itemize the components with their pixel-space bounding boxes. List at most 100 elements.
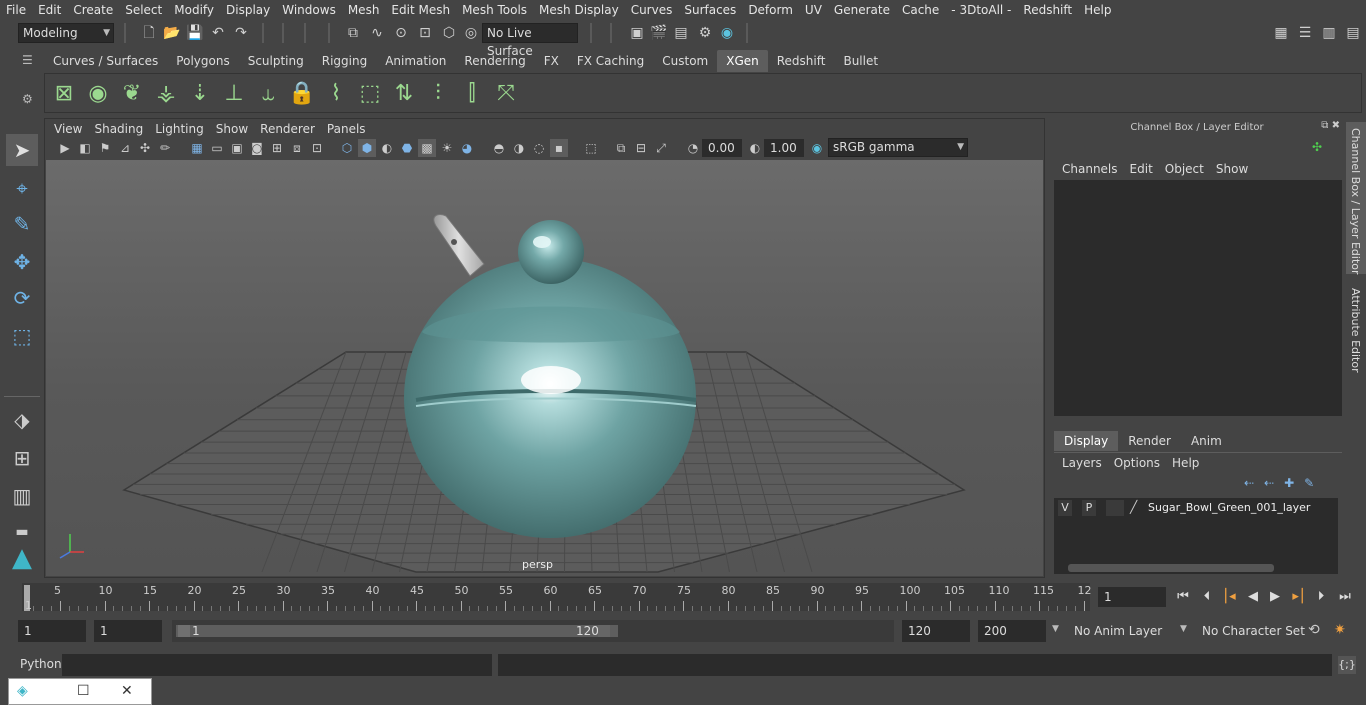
textured-icon[interactable]: ▩ bbox=[418, 139, 436, 157]
shelf-tab-xgen[interactable]: XGen bbox=[717, 50, 768, 72]
isolate-select-icon[interactable]: ⬚ bbox=[582, 139, 600, 157]
gate-mask-icon[interactable]: ◙ bbox=[248, 139, 266, 157]
shelf-tab-polygons[interactable]: Polygons bbox=[167, 50, 238, 72]
layer-playback-toggle[interactable]: P bbox=[1082, 500, 1096, 516]
menu-surfaces[interactable]: Surfaces bbox=[678, 0, 742, 20]
shelf-tab-custom[interactable]: Custom bbox=[653, 50, 717, 72]
step-forward-key-icon[interactable]: ▸⎮ bbox=[1290, 588, 1308, 606]
layer-tab-anim[interactable]: Anim bbox=[1181, 431, 1232, 451]
step-back-key-icon[interactable]: ⎮◂ bbox=[1220, 588, 1238, 606]
undo-icon[interactable]: ↶ bbox=[209, 24, 227, 42]
anti-alias-icon[interactable]: ◌ bbox=[530, 139, 548, 157]
move-tool-icon[interactable]: ✥ bbox=[6, 246, 38, 278]
axis-orient-icon[interactable]: ✣ bbox=[1312, 140, 1322, 154]
rotate-tool-icon[interactable]: ⟳ bbox=[6, 282, 38, 314]
maximize-icon[interactable]: ☐ bbox=[77, 683, 90, 699]
menu-deform[interactable]: Deform bbox=[742, 0, 799, 20]
render-frame-icon[interactable]: ▣ bbox=[628, 24, 646, 42]
open-scene-icon[interactable]: 📂 bbox=[163, 24, 181, 42]
live-surface-field[interactable]: No Live Surface bbox=[482, 23, 578, 58]
xray-icon[interactable]: ⧉ bbox=[612, 139, 630, 157]
xgen-add-guide-icon[interactable]: ⊥ bbox=[219, 79, 249, 109]
exposure-field[interactable]: 0.00 bbox=[702, 139, 742, 157]
step-back-icon[interactable]: ⏴ bbox=[1198, 588, 1216, 606]
snap-grid-icon[interactable]: ⧉ bbox=[344, 24, 362, 42]
shelf-tab-redshift[interactable]: Redshift bbox=[768, 50, 835, 72]
layer-menu-help[interactable]: Help bbox=[1166, 454, 1205, 472]
layer-menu-layers[interactable]: Layers bbox=[1056, 454, 1108, 472]
channel-menu-edit[interactable]: Edit bbox=[1124, 160, 1159, 178]
menu-create[interactable]: Create bbox=[67, 0, 119, 20]
shelf-tab-bullet[interactable]: Bullet bbox=[834, 50, 887, 72]
xray-active-icon[interactable]: ⤢ bbox=[652, 139, 670, 157]
panel-menu-panels[interactable]: Panels bbox=[321, 120, 372, 138]
command-input[interactable] bbox=[62, 654, 492, 676]
single-view-icon[interactable]: ⬗ bbox=[6, 404, 38, 436]
shelf-tab-animation[interactable]: Animation bbox=[376, 50, 455, 72]
shelf-menu-icon[interactable]: ☰ bbox=[22, 53, 36, 67]
camera-select-icon[interactable]: ▶ bbox=[56, 139, 74, 157]
menu-edit-mesh[interactable]: Edit Mesh bbox=[385, 0, 456, 20]
track-icon[interactable]: ✣ bbox=[136, 139, 154, 157]
xgen-groom-icon[interactable]: ⬚ bbox=[355, 79, 385, 109]
menu-display[interactable]: Display bbox=[220, 0, 276, 20]
play-forwards-icon[interactable]: ▶ bbox=[1266, 588, 1284, 606]
gamma-icon[interactable]: ◐ bbox=[746, 139, 764, 157]
end-time-field[interactable]: 200 bbox=[978, 620, 1046, 642]
playback-end-field[interactable]: 120 bbox=[902, 620, 970, 642]
shelf-tab-rigging[interactable]: Rigging bbox=[313, 50, 376, 72]
wireframe-on-shaded-icon[interactable]: ⬣ bbox=[398, 139, 416, 157]
new-scene-icon[interactable]: 🗋 bbox=[140, 24, 158, 42]
xray-joints-icon[interactable]: ⊟ bbox=[632, 139, 650, 157]
menu-select[interactable]: Select bbox=[119, 0, 168, 20]
layer-name[interactable]: Sugar_Bowl_Green_001_layer bbox=[1148, 500, 1310, 516]
current-frame-field[interactable]: 1 bbox=[1098, 587, 1166, 607]
chevron-down-icon[interactable]: ▼ bbox=[1052, 624, 1059, 634]
image-plane-icon[interactable]: ⊿ bbox=[116, 139, 134, 157]
layer-scrollbar[interactable] bbox=[1068, 564, 1274, 572]
hypershade-icon[interactable]: ◉ bbox=[718, 24, 736, 42]
safe-title-icon[interactable]: ⊡ bbox=[308, 139, 326, 157]
wireframe-icon[interactable]: ⬡ bbox=[338, 139, 356, 157]
go-to-start-icon[interactable]: ⏮ bbox=[1174, 588, 1192, 606]
shelf-tab-sculpting[interactable]: Sculpting bbox=[239, 50, 313, 72]
film-gate-icon[interactable]: ▭ bbox=[208, 139, 226, 157]
xgen-guide-icon[interactable]: ⇣ bbox=[185, 79, 215, 109]
xgen-lock-icon[interactable]: 🔒 bbox=[287, 79, 317, 109]
color-management-icon[interactable]: ◉ bbox=[808, 139, 826, 157]
panel-menu-renderer[interactable]: Renderer bbox=[254, 120, 321, 138]
resolution-gate-icon[interactable]: ▣ bbox=[228, 139, 246, 157]
channel-menu-channels[interactable]: Channels bbox=[1056, 160, 1124, 178]
step-forward-icon[interactable]: ⏵ bbox=[1312, 588, 1330, 606]
motion-blur-icon[interactable]: ◑ bbox=[510, 139, 528, 157]
channel-list[interactable] bbox=[1054, 180, 1342, 416]
playback-start-field[interactable]: 1 bbox=[94, 620, 162, 642]
snap-surface-icon[interactable]: ⬡ bbox=[440, 24, 458, 42]
exposure-icon[interactable]: ◔ bbox=[684, 139, 702, 157]
shelf-tab-fx-caching[interactable]: FX Caching bbox=[568, 50, 653, 72]
layout-icon[interactable]: ☰ bbox=[1296, 24, 1314, 42]
timeline-bar[interactable]: 1 5 10 15 20 25 30 35 40 45 50 55 60 65 70 75 80 85 90 95 1… bbox=[22, 583, 1092, 612]
color-space-select[interactable]: sRGB gamma ▼ bbox=[828, 138, 968, 157]
ambient-occlusion-icon[interactable]: ◓ bbox=[490, 139, 508, 157]
layer-tab-render[interactable]: Render bbox=[1118, 431, 1181, 451]
close-icon[interactable]: ✕ bbox=[121, 683, 133, 699]
play-backwards-icon[interactable]: ◀ bbox=[1244, 588, 1262, 606]
tab-attribute-editor[interactable]: Attribute Editor bbox=[1346, 284, 1366, 374]
panel-menu-show[interactable]: Show bbox=[210, 120, 254, 138]
xgen-sculpt-icon[interactable]: ⥿ bbox=[253, 79, 283, 109]
layer-menu-options[interactable]: Options bbox=[1108, 454, 1166, 472]
menu-generate[interactable]: Generate bbox=[828, 0, 896, 20]
lights-icon[interactable]: ☀ bbox=[438, 139, 456, 157]
channel-menu-object[interactable]: Object bbox=[1159, 160, 1210, 178]
layer-toolbar[interactable]: ⇠⇠✚✎ bbox=[1244, 476, 1324, 490]
render-view-icon[interactable]: 🎬 bbox=[650, 24, 668, 42]
xgen-grass-icon[interactable]: ⚶ bbox=[151, 79, 181, 109]
menu-uv[interactable]: UV bbox=[799, 0, 828, 20]
tab-channel-box[interactable]: Channel Box / Layer Editor bbox=[1346, 122, 1366, 275]
anim-prefs-icon[interactable]: ✷ bbox=[1334, 622, 1346, 638]
menu-redshift[interactable]: Redshift bbox=[1017, 0, 1078, 20]
menu-mesh-tools[interactable]: Mesh Tools bbox=[456, 0, 533, 20]
grease-pencil-icon[interactable]: ✏ bbox=[156, 139, 174, 157]
xgen-preview-icon[interactable]: ◉ bbox=[83, 79, 113, 109]
